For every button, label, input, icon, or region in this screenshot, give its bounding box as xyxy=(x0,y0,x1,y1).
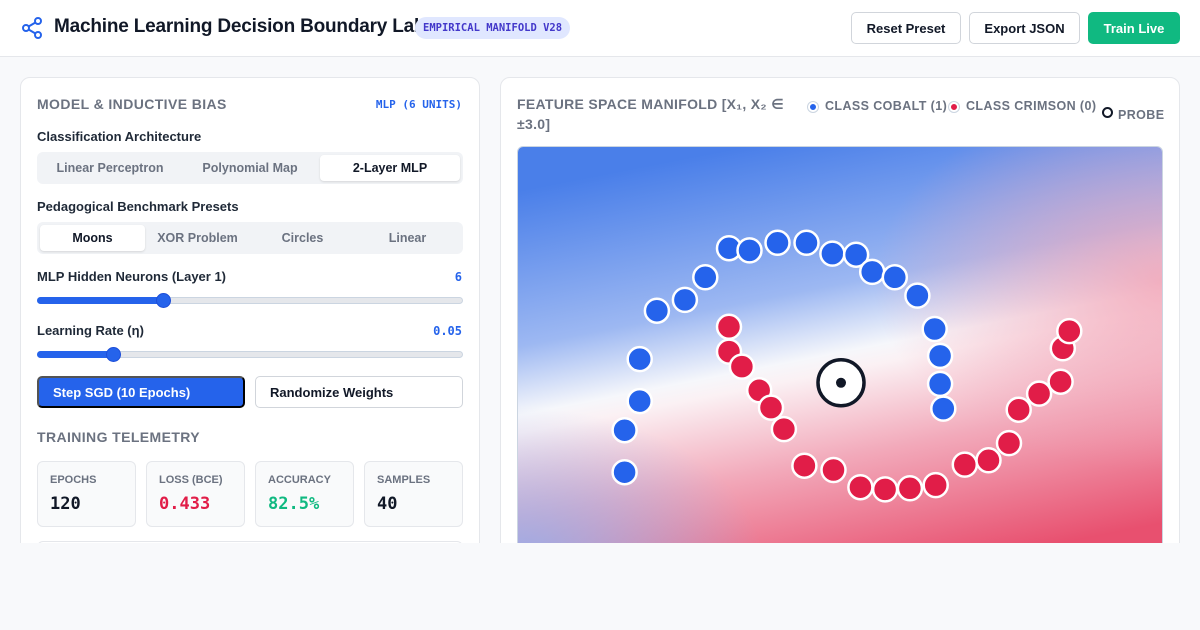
cobalt-point-16 xyxy=(921,315,948,343)
crimson-point-19 xyxy=(1056,317,1083,345)
legend-cobalt: CLASS COBALT (1) xyxy=(808,97,947,115)
slider-fill xyxy=(37,351,114,358)
model-section-title: MODEL & INDUCTIVE BIAS xyxy=(37,96,227,112)
crimson-point-8 xyxy=(847,473,874,501)
preset-option-linear[interactable]: Linear xyxy=(355,225,460,251)
scatter-plot-svg[interactable] xyxy=(518,147,1163,557)
arch-option-polynomial[interactable]: Polynomial Map xyxy=(180,155,320,181)
model-tag: MLP (6 UNITS) xyxy=(375,98,462,111)
stat-loss: LOSS (BCE) 0.433 xyxy=(146,461,245,527)
telemetry-title: TRAINING TELEMETRY xyxy=(37,429,201,445)
cobalt-point-8 xyxy=(736,237,763,264)
cobalt-point-9 xyxy=(764,229,791,257)
stat-samples: SAMPLES 40 xyxy=(364,461,463,527)
slider-thumb[interactable] xyxy=(155,293,171,308)
probe-center-dot xyxy=(836,377,846,388)
cobalt-point-1 xyxy=(611,416,638,444)
cobalt-point-0 xyxy=(611,458,638,486)
presets-label: Pedagogical Benchmark Presets xyxy=(37,199,239,214)
stat-value: 0.433 xyxy=(159,494,211,514)
crimson-point-16 xyxy=(1025,380,1053,407)
neurons-value: 6 xyxy=(454,270,462,284)
step-sgd-button[interactable]: Step SGD (10 Epochs) xyxy=(37,376,245,408)
arch-option-mlp[interactable]: 2-Layer MLP xyxy=(320,155,460,181)
share-nodes-icon xyxy=(22,17,42,39)
architecture-selector: Linear Perceptron Polynomial Map 2-Layer… xyxy=(37,152,463,184)
legend-label: PROBE xyxy=(1118,108,1165,122)
cobalt-point-15 xyxy=(904,282,931,309)
stat-label: ACCURACY xyxy=(268,474,331,486)
cobalt-point-10 xyxy=(793,229,820,257)
page-background xyxy=(0,543,1200,630)
crimson-point-11 xyxy=(922,471,949,499)
crimson-point-9 xyxy=(871,476,899,503)
manifold-panel: FEATURE SPACE MANIFOLD [X₁, X₂ ∈ ±3.0] C… xyxy=(500,77,1180,557)
stat-epochs: EPOCHS 120 xyxy=(37,461,136,527)
stat-value: 120 xyxy=(50,494,81,514)
app-header: Machine Learning Decision Boundary Lab E… xyxy=(0,0,1200,57)
slider-fill xyxy=(37,297,163,304)
export-json-button[interactable]: Export JSON xyxy=(969,12,1080,44)
cobalt-point-5 xyxy=(671,286,699,314)
crimson-point-12 xyxy=(951,451,979,478)
stat-label: LOSS (BCE) xyxy=(159,474,223,486)
legend-label: CLASS COBALT (1) xyxy=(825,99,948,113)
stat-value: 40 xyxy=(377,494,398,514)
randomize-weights-button[interactable]: Randomize Weights xyxy=(255,376,463,408)
preset-option-circles[interactable]: Circles xyxy=(250,225,355,251)
crimson-point-17 xyxy=(1047,368,1074,395)
preset-selector: Moons XOR Problem Circles Linear xyxy=(37,222,463,254)
legend-swatch-probe xyxy=(1102,107,1113,118)
neurons-label: MLP Hidden Neurons (Layer 1) xyxy=(37,269,227,284)
cobalt-point-18 xyxy=(926,370,954,398)
crimson-point-2 xyxy=(728,353,756,380)
app-title: Machine Learning Decision Boundary Lab xyxy=(54,16,426,37)
crimson-point-5 xyxy=(770,415,798,443)
crimson-point-15 xyxy=(1005,396,1032,423)
cobalt-point-13 xyxy=(858,258,886,286)
stat-value: 82.5% xyxy=(268,494,320,514)
crimson-point-10 xyxy=(896,475,924,502)
legend-crimson: CLASS CRIMSON (0) xyxy=(949,97,1096,115)
feature-space-plot[interactable] xyxy=(517,146,1163,557)
neurons-slider[interactable] xyxy=(37,293,463,308)
stat-accuracy: ACCURACY 82.5% xyxy=(255,461,354,527)
learning-rate-value: 0.05 xyxy=(433,324,462,338)
legend-probe: PROBE xyxy=(1102,106,1165,124)
crimson-point-0 xyxy=(715,313,743,341)
preset-option-xor[interactable]: XOR Problem xyxy=(145,225,250,251)
cobalt-point-6 xyxy=(692,264,719,291)
manifold-title: FEATURE SPACE MANIFOLD [X₁, X₂ ∈ ±3.0] xyxy=(517,96,784,132)
preset-option-moons[interactable]: Moons xyxy=(40,225,145,251)
stat-label: EPOCHS xyxy=(50,474,97,486)
crimson-point-14 xyxy=(995,429,1023,457)
learning-rate-slider[interactable] xyxy=(37,347,463,362)
crimson-point-7 xyxy=(820,456,847,484)
version-badge: EMPIRICAL MANIFOLD V28 xyxy=(415,17,571,39)
legend-label: CLASS CRIMSON (0) xyxy=(966,99,1097,113)
cobalt-point-3 xyxy=(626,345,653,373)
train-live-button[interactable]: Train Live xyxy=(1088,12,1180,44)
architecture-label: Classification Architecture xyxy=(37,129,202,144)
reset-preset-button[interactable]: Reset Preset xyxy=(851,12,961,44)
cobalt-point-14 xyxy=(881,264,909,291)
cobalt-point-2 xyxy=(626,387,653,415)
legend-swatch-cobalt xyxy=(808,102,818,112)
cobalt-point-19 xyxy=(930,395,957,422)
crimson-point-6 xyxy=(791,452,818,479)
cobalt-point-11 xyxy=(819,240,846,267)
stat-label: SAMPLES xyxy=(377,474,431,486)
legend-swatch-crimson xyxy=(949,102,959,112)
cobalt-point-17 xyxy=(926,342,954,370)
model-panel: MODEL & INDUCTIVE BIAS MLP (6 UNITS) Cla… xyxy=(20,77,480,557)
crimson-point-13 xyxy=(975,447,1002,474)
slider-thumb[interactable] xyxy=(106,347,122,362)
crimson-point-4 xyxy=(757,394,785,421)
learning-rate-label: Learning Rate (η) xyxy=(37,323,144,338)
cobalt-point-4 xyxy=(643,297,671,324)
arch-option-linear[interactable]: Linear Perceptron xyxy=(40,155,180,181)
